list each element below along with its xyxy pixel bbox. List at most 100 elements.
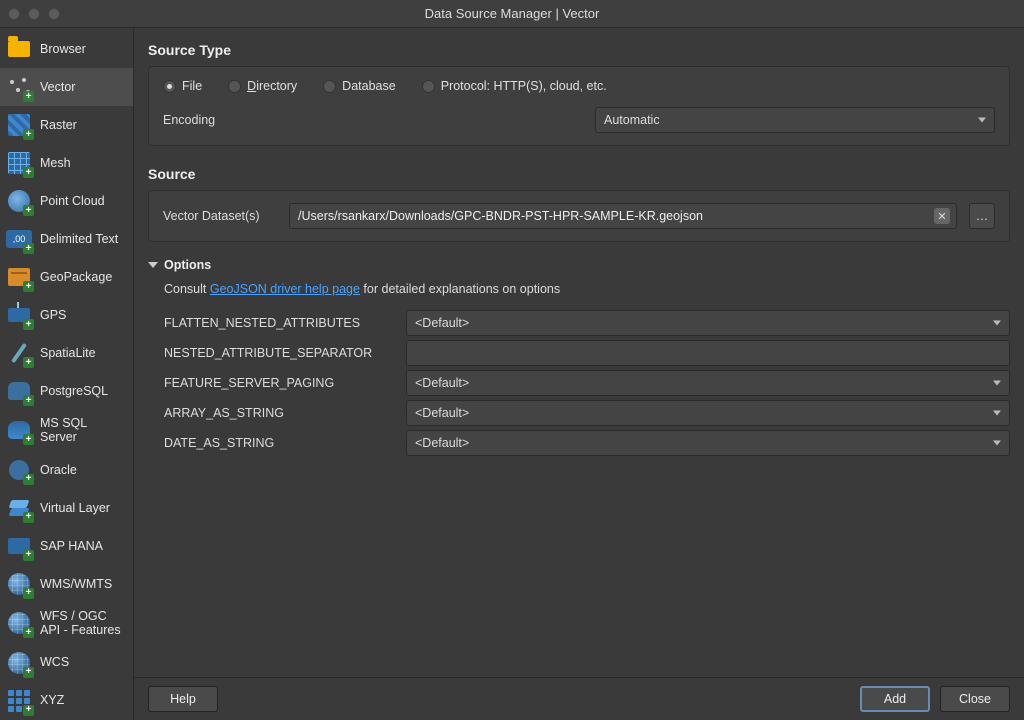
- mssql-icon: [6, 417, 32, 443]
- dialog-window: Data Source Manager | Vector Browser Vect…: [0, 0, 1024, 720]
- sidebar-item-label: XYZ: [40, 693, 64, 707]
- window-title: Data Source Manager | Vector: [0, 6, 1024, 21]
- source-type-panel: File Directory Database Protocol: HTTP(S), …: [148, 66, 1010, 146]
- option-input-wrap: [406, 340, 1010, 366]
- sidebar-item-label: SpatiaLite: [40, 346, 96, 360]
- option-row-flatten_nested_attributes: FLATTEN_NESTED_ATTRIBUTES<Default>: [164, 310, 1010, 336]
- window-close-icon[interactable]: [8, 8, 20, 20]
- option-input-nested_attribute_separator[interactable]: [415, 341, 981, 365]
- option-combo-flatten_nested_attributes[interactable]: <Default>: [406, 310, 1010, 336]
- sidebar-item-label: Vector: [40, 80, 75, 94]
- option-combo-feature_server_paging[interactable]: <Default>: [406, 370, 1010, 396]
- sidebar-item-raster[interactable]: Raster: [0, 106, 133, 144]
- globe-icon: [6, 571, 32, 597]
- sidebar-item-wms-wmts[interactable]: WMS/WMTS: [0, 565, 133, 603]
- folder-icon: [6, 36, 32, 62]
- radio-dot-icon: [228, 80, 241, 93]
- clear-input-icon[interactable]: ✕: [934, 208, 950, 224]
- sidebar-item-label: Virtual Layer: [40, 501, 110, 515]
- raster-icon: [6, 112, 32, 138]
- sidebar-item-label: WCS: [40, 655, 69, 669]
- sidebar-item-vector[interactable]: Vector: [0, 68, 133, 106]
- source-type-sidebar: Browser Vector Raster Mesh Point Cloud ,00Del…: [0, 28, 134, 720]
- add-badge-icon: [23, 627, 34, 638]
- content-area: Source Type FileDirectoryDatabaseProtoco…: [134, 28, 1024, 720]
- add-badge-icon: [23, 129, 34, 140]
- sidebar-item-delimited-text[interactable]: ,00Delimited Text: [0, 220, 133, 258]
- source-type-radio-file[interactable]: File: [163, 79, 202, 93]
- sidebar-item-spatialite[interactable]: SpatiaLite: [0, 334, 133, 372]
- chevron-down-icon: [148, 262, 158, 268]
- globe-icon: [6, 610, 32, 636]
- option-row-date_as_string: DATE_AS_STRING<Default>: [164, 430, 1010, 456]
- sidebar-item-mesh[interactable]: Mesh: [0, 144, 133, 182]
- window-zoom-icon[interactable]: [48, 8, 60, 20]
- radio-dot-icon: [163, 80, 176, 93]
- source-panel: Vector Dataset(s) ✕ …: [148, 190, 1010, 242]
- vector-dataset-input[interactable]: [298, 204, 928, 228]
- option-combo-date_as_string[interactable]: <Default>: [406, 430, 1010, 456]
- option-row-array_as_string: ARRAY_AS_STRING<Default>: [164, 400, 1010, 426]
- content-scroll: Source Type FileDirectoryDatabaseProtoco…: [134, 28, 1024, 677]
- sidebar-item-label: Browser: [40, 42, 86, 56]
- option-label: NESTED_ATTRIBUTE_SEPARATOR: [164, 346, 394, 360]
- sidebar-item-label: Oracle: [40, 463, 77, 477]
- close-button[interactable]: Close: [940, 686, 1010, 712]
- radio-label: File: [182, 79, 202, 93]
- gps-icon: [6, 302, 32, 328]
- add-badge-icon: [23, 357, 34, 368]
- options-heading: Options: [164, 258, 211, 272]
- encoding-label: Encoding: [163, 113, 263, 127]
- option-value: <Default>: [415, 316, 469, 330]
- browse-file-button[interactable]: …: [969, 203, 995, 229]
- sidebar-item-postgresql[interactable]: PostgreSQL: [0, 372, 133, 410]
- radio-label: Protocol: HTTP(S), cloud, etc.: [441, 79, 607, 93]
- add-badge-icon: [23, 395, 34, 406]
- add-badge-icon: [23, 550, 34, 561]
- encoding-row: Encoding Automatic: [163, 107, 995, 133]
- source-heading: Source: [148, 152, 1010, 190]
- blue-icon: [6, 533, 32, 559]
- sidebar-item-sap-hana[interactable]: SAP HANA: [0, 527, 133, 565]
- sidebar-item-label: Point Cloud: [40, 194, 105, 208]
- options-rows: FLATTEN_NESTED_ATTRIBUTES<Default> NESTED…: [164, 310, 1010, 456]
- add-badge-icon: [23, 91, 34, 102]
- source-type-radio-group: File Directory Database Protocol: HTTP(S), …: [163, 79, 995, 93]
- help-button[interactable]: Help: [148, 686, 218, 712]
- window-minimize-icon[interactable]: [28, 8, 40, 20]
- sidebar-item-virtual-layer[interactable]: Virtual Layer: [0, 489, 133, 527]
- driver-help-link[interactable]: GeoJSON driver help page: [210, 282, 360, 296]
- sidebar-item-ms-sql-server[interactable]: MS SQL Server: [0, 410, 133, 451]
- sidebar-item-point-cloud[interactable]: Point Cloud: [0, 182, 133, 220]
- options-body: Consult GeoJSON driver help page for det…: [148, 276, 1010, 464]
- sidebar-item-wfs-ogc-api-features[interactable]: WFS / OGC API - Features: [0, 603, 133, 644]
- layer-icon: [6, 495, 32, 521]
- option-combo-array_as_string[interactable]: <Default>: [406, 400, 1010, 426]
- add-badge-icon: [23, 319, 34, 330]
- sidebar-item-label: GeoPackage: [40, 270, 112, 284]
- sidebar-item-wcs[interactable]: WCS: [0, 644, 133, 682]
- add-badge-icon: [23, 512, 34, 523]
- vector-dataset-label: Vector Dataset(s): [163, 209, 277, 223]
- options-toggle[interactable]: Options: [148, 248, 1010, 276]
- source-type-radio-directory[interactable]: Directory: [228, 79, 297, 93]
- titlebar: Data Source Manager | Vector: [0, 0, 1024, 28]
- sidebar-item-xyz[interactable]: XYZ: [0, 682, 133, 720]
- sidebar-item-label: Mesh: [40, 156, 71, 170]
- sidebar-item-label: WMS/WMTS: [40, 577, 112, 591]
- radio-dot-icon: [323, 80, 336, 93]
- add-badge-icon: [23, 474, 34, 485]
- sidebar-item-browser[interactable]: Browser: [0, 30, 133, 68]
- sidebar-item-label: GPS: [40, 308, 66, 322]
- browse-label: …: [976, 209, 989, 223]
- option-value: <Default>: [415, 376, 469, 390]
- sidebar-item-oracle[interactable]: Oracle: [0, 451, 133, 489]
- sidebar-item-gps[interactable]: GPS: [0, 296, 133, 334]
- sidebar-item-geopackage[interactable]: GeoPackage: [0, 258, 133, 296]
- option-label: FEATURE_SERVER_PAGING: [164, 376, 394, 390]
- add-button[interactable]: Add: [860, 686, 930, 712]
- source-type-radio-database[interactable]: Database: [323, 79, 396, 93]
- encoding-combo[interactable]: Automatic: [595, 107, 995, 133]
- elephant-icon: [6, 378, 32, 404]
- source-type-radio-protocol-http-s-cloud-etc[interactable]: Protocol: HTTP(S), cloud, etc.: [422, 79, 607, 93]
